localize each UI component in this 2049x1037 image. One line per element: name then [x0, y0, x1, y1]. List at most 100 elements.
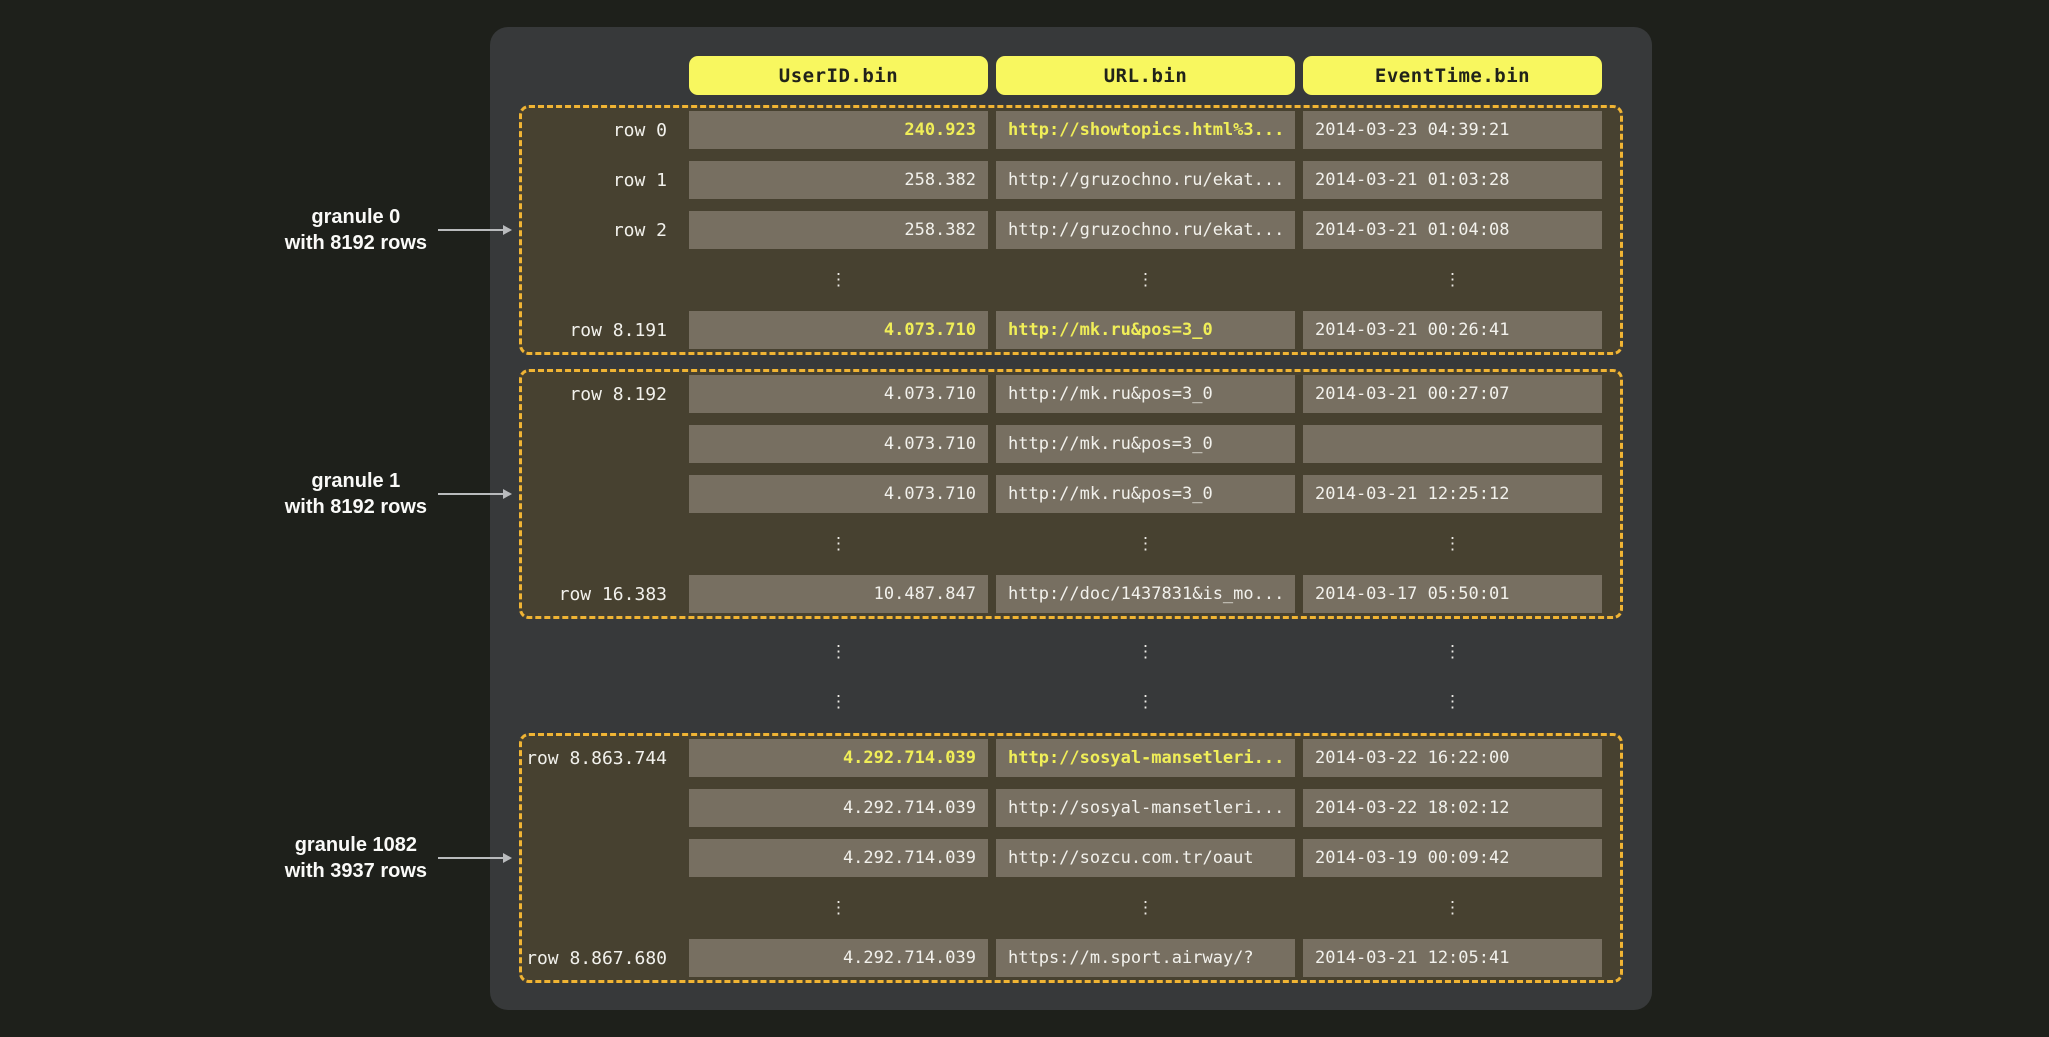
- table-panel: UserID.binURL.binEventTime.bin row 0240.…: [490, 27, 1652, 1010]
- url-cell: http://sosyal-mansetleri...: [996, 739, 1295, 777]
- table-row: 4.292.714.039http://sosyal-mansetleri...…: [522, 789, 1620, 827]
- url-cell: http://mk.ru&pos=3_0: [996, 311, 1295, 349]
- row-label: [522, 683, 689, 721]
- table-row: row 0240.923http://showtopics.html%3...2…: [522, 111, 1620, 149]
- row-label: [522, 889, 689, 927]
- ellipsis-mark: ⋮: [1303, 889, 1602, 927]
- eventtime-cell: 2014-03-21 12:25:12: [1303, 475, 1602, 513]
- url-cell: http://mk.ru&pos=3_0: [996, 425, 1295, 463]
- userid-cell: 240.923: [689, 111, 988, 149]
- ellipsis-row: ⋮⋮⋮: [522, 261, 1620, 299]
- eventtime-cell: [1303, 425, 1602, 463]
- table-row: row 16.38310.487.847http://doc/1437831&i…: [522, 575, 1620, 613]
- userid-cell: 4.292.714.039: [689, 739, 988, 777]
- row-label: [522, 475, 689, 513]
- ellipsis-row: ⋮⋮⋮: [522, 889, 1620, 927]
- column-header-url: URL.bin: [996, 56, 1295, 95]
- table-row: row 8.863.7444.292.714.039http://sosyal-…: [522, 739, 1620, 777]
- url-cell: http://sozcu.com.tr/oaut: [996, 839, 1295, 877]
- granule-name: granule 1: [285, 468, 427, 494]
- userid-cell: 4.292.714.039: [689, 939, 988, 977]
- url-cell: http://gruzochno.ru/ekat...: [996, 161, 1295, 199]
- granule-annotation: granule 0with 8192 rows: [210, 204, 510, 256]
- ellipsis-mark: ⋮: [996, 889, 1295, 927]
- row-label: row 1: [522, 161, 689, 199]
- granule-row-count: with 3937 rows: [285, 858, 427, 884]
- arrow-right-icon: [438, 493, 510, 495]
- table-row: 4.073.710http://mk.ru&pos=3_02014-03-21 …: [522, 475, 1620, 513]
- row-label: row 8.191: [522, 311, 689, 349]
- eventtime-cell: 2014-03-17 05:50:01: [1303, 575, 1602, 613]
- url-cell: http://mk.ru&pos=3_0: [996, 375, 1295, 413]
- table-row: 4.073.710http://mk.ru&pos=3_0: [522, 425, 1620, 463]
- table-row: row 8.1914.073.710http://mk.ru&pos=3_020…: [522, 311, 1620, 349]
- userid-cell: 10.487.847: [689, 575, 988, 613]
- url-cell: http://sosyal-mansetleri...: [996, 789, 1295, 827]
- url-cell: http://gruzochno.ru/ekat...: [996, 211, 1295, 249]
- table-row: 4.292.714.039http://sozcu.com.tr/oaut201…: [522, 839, 1620, 877]
- row-label: [522, 789, 689, 827]
- eventtime-cell: 2014-03-21 00:26:41: [1303, 311, 1602, 349]
- row-label: row 2: [522, 211, 689, 249]
- granule-row-count: with 8192 rows: [285, 230, 427, 256]
- eventtime-cell: 2014-03-21 12:05:41: [1303, 939, 1602, 977]
- row-label: [522, 839, 689, 877]
- eventtime-cell: 2014-03-21 01:03:28: [1303, 161, 1602, 199]
- column-headers: UserID.binURL.binEventTime.bin: [490, 56, 1652, 95]
- granule-annotation: granule 1with 8192 rows: [210, 468, 510, 520]
- ellipsis-mark: ⋮: [1303, 633, 1602, 671]
- ellipsis-row: ⋮⋮⋮: [522, 525, 1620, 563]
- row-label: row 8.867.680: [522, 939, 689, 977]
- granule-box: row 8.1924.073.710http://mk.ru&pos=3_020…: [519, 369, 1623, 619]
- row-label: row 16.383: [522, 575, 689, 613]
- granule-box: row 0240.923http://showtopics.html%3...2…: [519, 105, 1623, 355]
- ellipsis-row: ⋮⋮⋮: [522, 683, 1652, 721]
- ellipsis-mark: ⋮: [689, 889, 988, 927]
- row-label: row 8.863.744: [522, 739, 689, 777]
- granule-label: granule 1with 8192 rows: [285, 468, 427, 520]
- granule-box: row 8.863.7444.292.714.039http://sosyal-…: [519, 733, 1623, 983]
- granule-name: granule 0: [285, 204, 427, 230]
- userid-cell: 4.292.714.039: [689, 839, 988, 877]
- userid-cell: 4.073.710: [689, 311, 988, 349]
- ellipsis-mark: ⋮: [996, 525, 1295, 563]
- url-cell: http://mk.ru&pos=3_0: [996, 475, 1295, 513]
- userid-cell: 4.292.714.039: [689, 789, 988, 827]
- eventtime-cell: 2014-03-23 04:39:21: [1303, 111, 1602, 149]
- arrow-right-icon: [438, 229, 510, 231]
- userid-cell: 4.073.710: [689, 475, 988, 513]
- row-label: [522, 261, 689, 299]
- granule-label: granule 0with 8192 rows: [285, 204, 427, 256]
- ellipsis-mark: ⋮: [1303, 525, 1602, 563]
- eventtime-cell: 2014-03-22 16:22:00: [1303, 739, 1602, 777]
- row-label: [522, 425, 689, 463]
- table-row: row 8.1924.073.710http://mk.ru&pos=3_020…: [522, 375, 1620, 413]
- userid-cell: 258.382: [689, 161, 988, 199]
- granule-label: granule 1082with 3937 rows: [285, 832, 427, 884]
- ellipsis-mark: ⋮: [689, 261, 988, 299]
- ellipsis-row: ⋮⋮⋮: [522, 633, 1652, 671]
- column-header-eventtime: EventTime.bin: [1303, 56, 1602, 95]
- granule-annotation: granule 1082with 3937 rows: [210, 832, 510, 884]
- userid-cell: 4.073.710: [689, 425, 988, 463]
- eventtime-cell: 2014-03-21 01:04:08: [1303, 211, 1602, 249]
- eventtime-cell: 2014-03-21 00:27:07: [1303, 375, 1602, 413]
- userid-cell: 4.073.710: [689, 375, 988, 413]
- ellipsis-mark: ⋮: [689, 683, 988, 721]
- granule-name: granule 1082: [285, 832, 427, 858]
- granule-row-count: with 8192 rows: [285, 494, 427, 520]
- granule-sections: row 0240.923http://showtopics.html%3...2…: [490, 105, 1652, 983]
- eventtime-cell: 2014-03-22 18:02:12: [1303, 789, 1602, 827]
- url-cell: https://m.sport.airway/?: [996, 939, 1295, 977]
- table-row: row 8.867.6804.292.714.039https://m.spor…: [522, 939, 1620, 977]
- ellipsis-mark: ⋮: [996, 261, 1295, 299]
- table-row: row 2258.382http://gruzochno.ru/ekat...2…: [522, 211, 1620, 249]
- table-row: row 1258.382http://gruzochno.ru/ekat...2…: [522, 161, 1620, 199]
- row-label: [522, 633, 689, 671]
- row-label: [522, 525, 689, 563]
- url-cell: http://showtopics.html%3...: [996, 111, 1295, 149]
- arrow-right-icon: [438, 857, 510, 859]
- ellipsis-mark: ⋮: [689, 633, 988, 671]
- ellipsis-mark: ⋮: [1303, 683, 1602, 721]
- row-label: row 8.192: [522, 375, 689, 413]
